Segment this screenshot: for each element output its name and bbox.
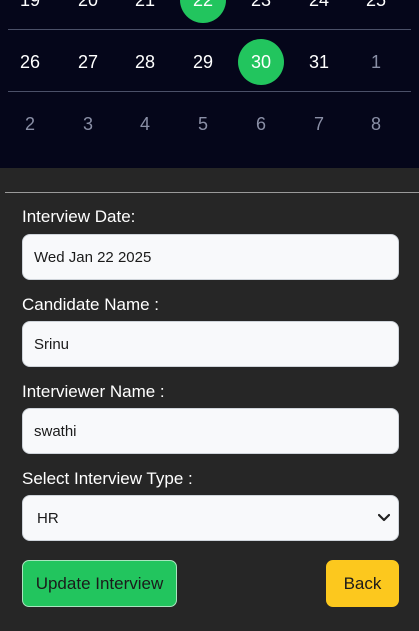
calendar-day[interactable]: 29: [180, 39, 226, 85]
calendar-day[interactable]: 27: [65, 39, 111, 85]
calendar-day-next-month[interactable]: 3: [65, 101, 111, 147]
calendar-week-row: 19 20 21 22 23 24 25: [8, 0, 411, 31]
calendar-day-next-month[interactable]: 4: [122, 101, 168, 147]
calendar-day-next-month[interactable]: 1: [353, 39, 399, 85]
calendar-day[interactable]: 31: [296, 39, 342, 85]
calendar-day[interactable]: 19: [7, 0, 53, 23]
calendar-week-row: 26 27 28 29 30 31 1: [8, 31, 411, 93]
calendar-day[interactable]: 24: [296, 0, 342, 23]
candidate-name-field[interactable]: Srinu: [22, 321, 399, 367]
calendar-day-selected[interactable]: 30: [238, 39, 284, 85]
calendar-day[interactable]: 28: [122, 39, 168, 85]
update-interview-button[interactable]: Update Interview: [22, 560, 177, 607]
calendar-day[interactable]: 20: [65, 0, 111, 23]
chevron-down-icon: [378, 513, 390, 522]
interview-date-field[interactable]: Wed Jan 22 2025: [22, 234, 399, 280]
candidate-name-label: Candidate Name :: [22, 295, 160, 314]
interview-date-label: Interview Date:: [22, 207, 136, 226]
calendar-day[interactable]: 25: [353, 0, 399, 23]
calendar-day[interactable]: 21: [122, 0, 168, 23]
interview-type-select[interactable]: HR: [22, 495, 399, 541]
section-divider: [5, 192, 419, 193]
interview-type-label: Select Interview Type :: [22, 469, 193, 488]
interviewer-name-label: Interviewer Name :: [22, 382, 165, 401]
calendar-month-grid: 19 20 21 22 23 24 25 26 27 28 29 30 31 1…: [0, 0, 419, 168]
calendar-day[interactable]: 26: [7, 39, 53, 85]
page: 19 20 21 22 23 24 25 26 27 28 29 30 31 1…: [0, 0, 419, 631]
calendar-day-next-month[interactable]: 7: [296, 101, 342, 147]
calendar-week-row: 2 3 4 5 6 7 8: [8, 93, 411, 155]
interviewer-name-field[interactable]: swathi: [22, 408, 399, 454]
back-button[interactable]: Back: [326, 560, 399, 607]
calendar-row-divider: [8, 91, 411, 92]
calendar-day-next-month[interactable]: 2: [7, 101, 53, 147]
calendar-row-divider: [8, 29, 411, 30]
calendar-day[interactable]: 23: [238, 0, 284, 23]
calendar-day-next-month[interactable]: 6: [238, 101, 284, 147]
calendar-day-selected[interactable]: 22: [180, 0, 226, 23]
interview-type-selected-value: HR: [37, 510, 59, 527]
calendar-day-next-month[interactable]: 5: [180, 101, 226, 147]
calendar-day-next-month[interactable]: 8: [353, 101, 399, 147]
